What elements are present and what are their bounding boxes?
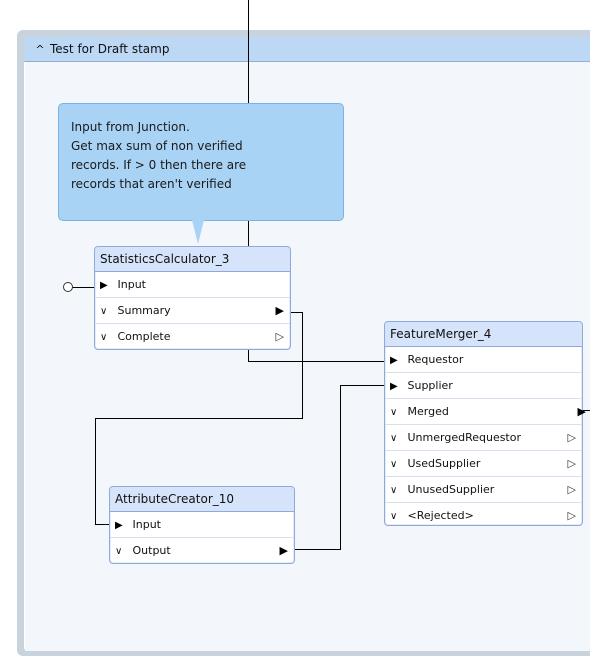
chevron-down-icon: ∨ [100,332,108,343]
bookmark-header[interactable]: ^ Test for Draft stamp [24,37,590,62]
output-port-unmerged-requestor[interactable]: ∨ UnmergedRequestor ▷ [385,425,582,451]
chevron-down-icon: ∨ [390,407,398,418]
input-port[interactable]: ▶ Input [95,272,290,298]
port-label: Input [117,278,146,291]
output-arrow-hollow-icon[interactable]: ▷ [568,425,576,450]
port-label: Output [132,544,171,557]
port-label: <Rejected> [407,509,474,522]
input-arrow-icon: ▶ [390,355,398,366]
input-port-supplier[interactable]: ▶ Supplier [385,373,582,399]
annotation-line: Get max sum of non verified [71,139,243,153]
output-arrow-hollow-icon[interactable]: ▷ [568,477,576,502]
output-port-rejected[interactable]: ∨ <Rejected> ▷ [385,503,582,528]
output-port-merged[interactable]: ∨ Merged ▶ [385,399,586,425]
port-label: UnusedSupplier [407,483,495,496]
input-arrow-icon: ▶ [115,520,123,531]
chevron-down-icon: ∨ [390,485,398,496]
port-label: Requestor [407,353,464,366]
chevron-up-icon[interactable]: ^ [30,43,50,56]
output-arrow-filled-icon[interactable]: ▶ [280,538,288,563]
port-label: Supplier [407,379,453,392]
bookmark-title: Test for Draft stamp [50,42,170,56]
chevron-down-icon: ∨ [390,459,398,470]
output-port-unused-supplier[interactable]: ∨ UnusedSupplier ▷ [385,477,582,503]
port-label: Summary [117,304,171,317]
output-arrow-hollow-icon[interactable]: ▷ [568,503,576,528]
output-port-complete[interactable]: ∨ Complete ▷ [95,324,290,349]
output-arrow-filled-icon[interactable]: ▶ [578,399,586,424]
connection-line[interactable] [340,385,390,386]
annotation-line: records. If > 0 then there are [71,158,247,172]
transformer-title[interactable]: AttributeCreator_10 [110,487,294,512]
chevron-down-icon: ∨ [115,546,123,557]
port-label: UnmergedRequestor [407,431,522,444]
input-port[interactable]: ▶ Input [110,512,294,538]
annotation-line: Input from Junction. [71,120,190,134]
chevron-down-icon: ∨ [390,511,398,522]
output-port-used-supplier[interactable]: ∨ UsedSupplier ▷ [385,451,582,477]
output-arrow-hollow-icon[interactable]: ▷ [568,451,576,476]
annotation-note[interactable]: Input from Junction. Get max sum of non … [58,103,344,221]
port-label: Input [132,518,161,531]
annotation-pointer [192,220,204,244]
connection-line[interactable] [248,361,390,362]
chevron-down-icon: ∨ [100,306,108,317]
chevron-down-icon: ∨ [390,433,398,444]
transformer-feature-merger[interactable]: FeatureMerger_4 ▶ Requestor ▶ Supplier ∨… [384,321,586,528]
input-port-requestor[interactable]: ▶ Requestor [385,347,582,373]
connection-line[interactable] [95,418,96,525]
output-port-output[interactable]: ∨ Output ▶ [110,538,294,563]
connection-line[interactable] [287,549,341,550]
port-label: Merged [407,405,449,418]
transformer-title[interactable]: StatisticsCalculator_3 [95,247,290,272]
input-arrow-icon: ▶ [390,381,398,392]
port-label: UsedSupplier [407,457,481,470]
connection-line[interactable] [95,418,303,419]
annotation-line: records that aren't verified [71,177,232,191]
transformer-attribute-creator[interactable]: AttributeCreator_10 ▶ Input ∨ Output ▶ [109,486,295,564]
port-label: Complete [117,330,171,343]
input-arrow-icon: ▶ [100,280,108,291]
output-arrow-filled-icon[interactable]: ▶ [276,298,284,323]
transformer-title[interactable]: FeatureMerger_4 [385,322,582,347]
input-connector-icon[interactable] [63,282,73,292]
connection-line[interactable] [340,385,341,550]
output-port-summary[interactable]: ∨ Summary ▶ [95,298,290,324]
output-arrow-hollow-icon[interactable]: ▷ [276,324,284,349]
transformer-statistics-calculator[interactable]: StatisticsCalculator_3 ▶ Input ∨ Summary… [94,246,291,350]
connection-line[interactable] [302,312,303,419]
